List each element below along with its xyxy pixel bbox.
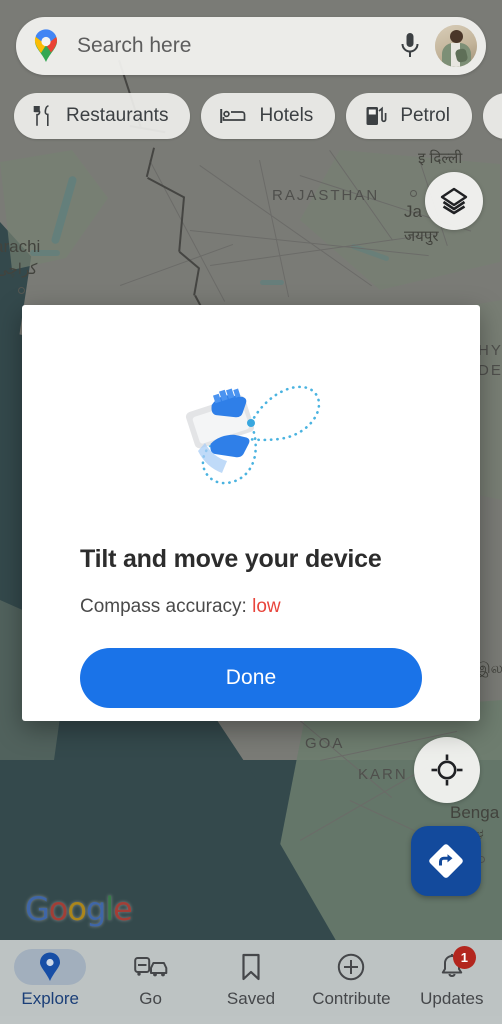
google-maps-screen: RAJASTHAN Ja जयपुर arachi کراچی इ दिल्ली… [0, 0, 502, 1024]
done-button[interactable]: Done [80, 648, 422, 708]
nav-label: Explore [21, 989, 80, 1008]
profile-avatar[interactable] [435, 25, 477, 67]
dialog-title: Tilt and move your device [80, 545, 382, 573]
updates-badge: 1 [452, 946, 476, 969]
chip-label: Petrol [400, 105, 450, 126]
commute-icon [133, 955, 168, 979]
bookmark-icon [240, 953, 262, 981]
plus-circle-icon [337, 953, 365, 981]
hand-holding-phone-figure-eight-icon [151, 351, 351, 501]
nav-item-contribute[interactable]: Contribute [301, 949, 401, 1009]
nav-label: Go [139, 989, 162, 1008]
bottom-navigation-bar[interactable]: Explore Go Saved Contribute 1 Updates [0, 940, 502, 1024]
layers-button[interactable] [425, 172, 483, 230]
nav-item-explore[interactable]: Explore [0, 949, 100, 1009]
nav-label: Saved [226, 989, 276, 1008]
search-bar[interactable]: Search here [16, 17, 486, 75]
compass-calibration-dialog: Tilt and move your device Compass accura… [22, 305, 480, 721]
category-chip-row[interactable]: Restaurants Hotels Petrol [14, 93, 502, 139]
directions-fab[interactable] [411, 826, 481, 896]
nav-item-go[interactable]: Go [100, 949, 200, 1009]
microphone-icon[interactable] [393, 29, 427, 63]
layers-icon [439, 186, 469, 216]
chip-label: Hotels [259, 105, 314, 126]
nav-label: Updates [420, 989, 484, 1008]
chip-hotels[interactable]: Hotels [201, 93, 336, 139]
nav-item-saved[interactable]: Saved [201, 949, 301, 1009]
chip-label: Restaurants [66, 105, 169, 126]
my-location-button[interactable] [414, 737, 480, 803]
nav-item-updates[interactable]: 1 Updates [402, 946, 502, 1009]
hotel-bed-icon [220, 106, 246, 126]
my-location-crosshair-icon [430, 753, 464, 787]
directions-arrow-icon [426, 841, 466, 881]
accuracy-value: low [252, 596, 281, 617]
restaurant-icon [33, 105, 53, 127]
google-maps-pin-icon [30, 29, 62, 63]
chip-petrol[interactable]: Petrol [346, 93, 472, 139]
location-pin-icon [38, 952, 62, 982]
petrol-pump-icon [365, 105, 387, 127]
accuracy-label: Compass accuracy: [80, 596, 253, 617]
dialog-subtitle: Compass accuracy: low [22, 596, 480, 618]
search-input[interactable]: Search here [77, 34, 393, 58]
chip-restaurants[interactable]: Restaurants [14, 93, 191, 139]
chip-atm[interactable] [482, 93, 502, 139]
nav-label: Contribute [312, 989, 391, 1008]
